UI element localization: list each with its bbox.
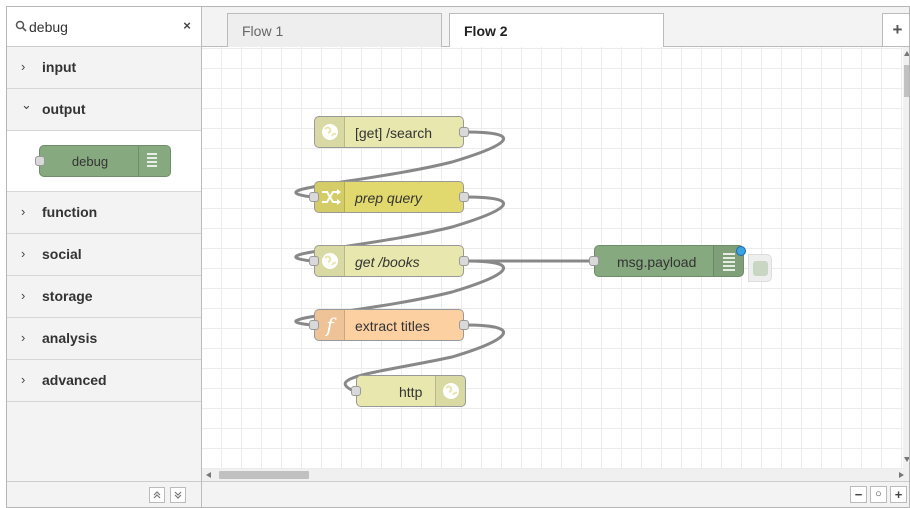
node-separator — [138, 146, 139, 176]
output-port[interactable] — [459, 127, 469, 137]
category-social[interactable]: › social — [7, 234, 201, 276]
list-icon — [147, 153, 157, 167]
search-input[interactable] — [29, 16, 169, 38]
category-label: analysis — [42, 330, 98, 346]
function-icon: f — [315, 310, 345, 340]
output-port[interactable] — [459, 256, 469, 266]
category-input[interactable]: › input — [7, 47, 201, 89]
vertical-scroll-thumb[interactable] — [904, 65, 909, 97]
globe-icon — [315, 246, 345, 276]
input-port[interactable] — [309, 256, 319, 266]
tab-label: Flow 2 — [464, 23, 508, 39]
add-tab-button[interactable]: + — [882, 13, 909, 47]
horizontal-scroll-thumb[interactable] — [219, 471, 309, 479]
node-red-editor: × › input ⌄ output debug — [6, 6, 910, 508]
flow-node-extract-titles[interactable]: f extract titles — [309, 309, 469, 341]
category-label: advanced — [42, 372, 107, 388]
node-label: extract titles — [355, 318, 430, 334]
debug-toggle-button[interactable] — [748, 254, 772, 282]
palette-node-label: debug — [71, 154, 109, 169]
tab-flow-2[interactable]: Flow 2 — [449, 13, 664, 48]
category-label: social — [42, 246, 82, 262]
category-output[interactable]: ⌄ output — [7, 89, 201, 131]
double-chevron-down-icon — [174, 491, 182, 499]
chevron-right-icon: › — [21, 288, 26, 303]
flow-node-get-books[interactable]: get /books — [309, 245, 469, 277]
zoom-in-button[interactable]: + — [890, 486, 907, 503]
flow-node-prep-query[interactable]: prep query — [309, 181, 469, 213]
zoom-out-button[interactable]: − — [850, 486, 867, 503]
category-label: output — [42, 101, 86, 117]
chevron-right-icon: › — [21, 204, 26, 219]
shuffle-icon — [315, 182, 345, 212]
globe-icon — [315, 117, 345, 147]
collapse-all-button[interactable] — [149, 487, 165, 503]
output-port[interactable] — [459, 192, 469, 202]
category-label: storage — [42, 288, 93, 304]
category-label: input — [42, 59, 77, 75]
expand-all-button[interactable] — [170, 487, 186, 503]
category-storage[interactable]: › storage — [7, 276, 201, 318]
chevron-right-icon: › — [21, 372, 26, 387]
horizontal-scrollbar[interactable] — [202, 469, 909, 481]
input-port[interactable] — [309, 320, 319, 330]
flow-node-get-search[interactable]: [get] /search — [314, 116, 469, 148]
chevron-right-icon: › — [21, 246, 26, 261]
flow-node-http-response[interactable]: http — [351, 375, 466, 407]
flow-node-debug-msg-payload[interactable]: msg.payload — [589, 245, 744, 277]
node-label: get /books — [355, 254, 420, 270]
toggle-indicator — [753, 261, 768, 276]
globe-icon — [435, 376, 465, 406]
vertical-scrollbar[interactable] — [903, 47, 910, 469]
input-port[interactable] — [351, 386, 361, 396]
output-port[interactable] — [459, 320, 469, 330]
svg-text:f: f — [324, 313, 337, 337]
category-label: function — [42, 204, 98, 220]
node-label: prep query — [355, 190, 422, 206]
tab-label: Flow 1 — [242, 23, 284, 39]
tab-flow-1[interactable]: Flow 1 — [227, 13, 442, 48]
node-label: msg.payload — [617, 254, 697, 270]
search-icon — [15, 20, 27, 32]
scroll-right-arrow-icon[interactable] — [899, 472, 905, 478]
chevron-down-icon: ⌄ — [21, 97, 32, 112]
category-advanced[interactable]: › advanced — [7, 360, 201, 402]
flow-canvas[interactable]: [get] /search prep query get /books f ex… — [202, 47, 909, 481]
double-chevron-up-icon — [153, 491, 161, 499]
workspace-footer: − ○ + — [202, 481, 909, 507]
changed-indicator — [736, 246, 746, 256]
input-port[interactable] — [309, 192, 319, 202]
palette-footer — [7, 481, 201, 507]
chevron-right-icon: › — [21, 59, 26, 74]
input-port[interactable] — [589, 256, 599, 266]
workspace-tabs: Flow 1 Flow 2 + — [202, 7, 909, 48]
scroll-down-arrow-icon[interactable] — [904, 457, 910, 463]
node-label: [get] /search — [355, 125, 433, 141]
category-analysis[interactable]: › analysis — [7, 318, 201, 360]
zoom-reset-button[interactable]: ○ — [870, 486, 887, 503]
palette-search: × — [7, 7, 201, 47]
palette-node-debug[interactable]: debug — [35, 145, 171, 177]
node-label: http — [399, 384, 423, 400]
chevron-right-icon: › — [21, 330, 26, 345]
node-palette: × › input ⌄ output debug — [7, 7, 202, 507]
scroll-up-arrow-icon[interactable] — [904, 51, 910, 57]
scroll-left-arrow-icon[interactable] — [206, 472, 212, 478]
clear-search-icon[interactable]: × — [179, 17, 195, 35]
category-function[interactable]: › function — [7, 192, 201, 234]
category-output-nodes: debug — [7, 131, 201, 192]
